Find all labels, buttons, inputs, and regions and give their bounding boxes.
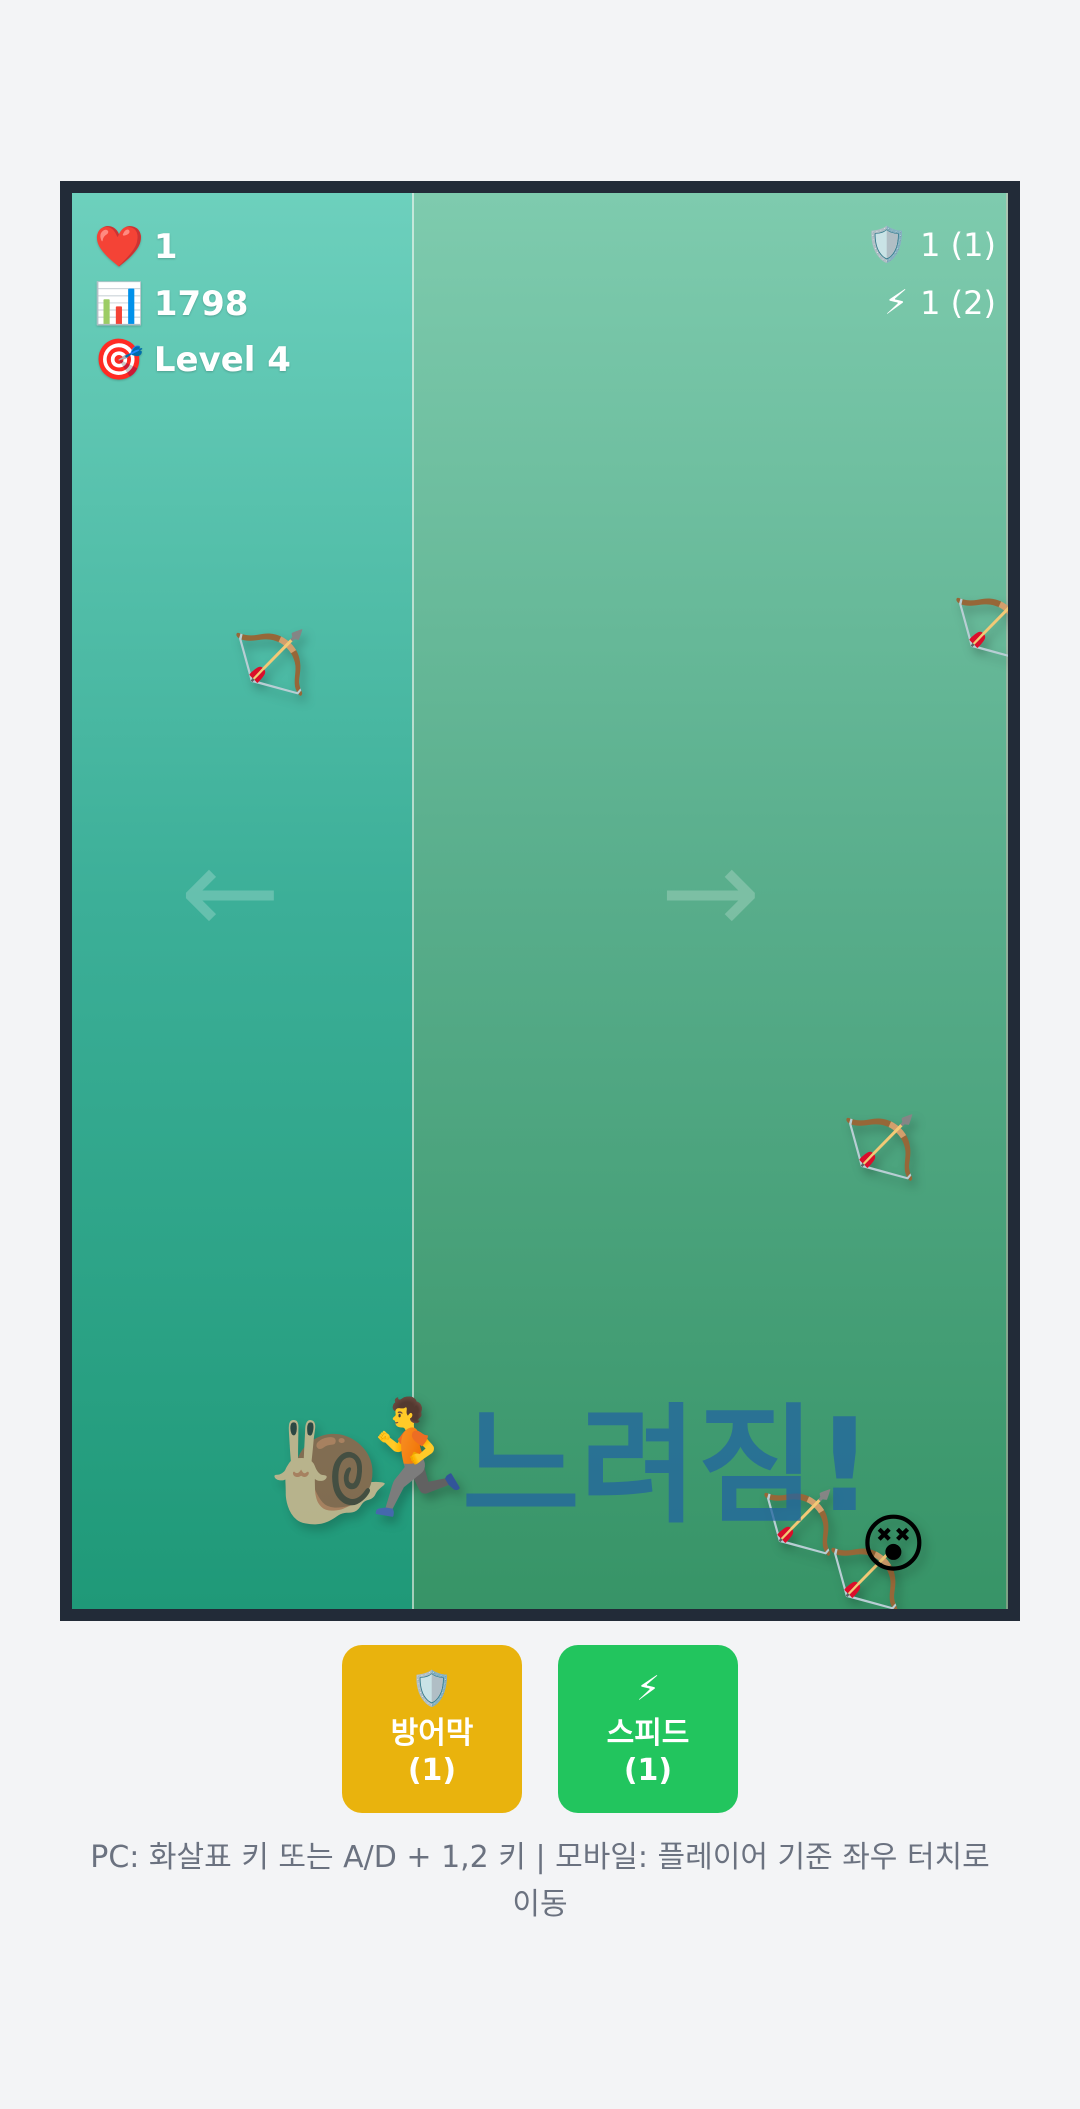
speed-status: ⚡ 1 (2) bbox=[884, 283, 996, 323]
board-edge bbox=[1006, 193, 1008, 1609]
shield-status-value: 1 (1) bbox=[920, 226, 996, 264]
bow-and-arrow-icon: 🏹 bbox=[952, 593, 1020, 663]
lightning-icon: ⚡ bbox=[636, 1669, 660, 1710]
shield-icon: 🛡️ bbox=[865, 225, 909, 265]
shield-status: 🛡️ 1 (1) bbox=[866, 225, 996, 265]
lives-display: ❤️ 1 bbox=[94, 223, 177, 270]
bow-and-arrow-icon: 🏹 bbox=[232, 628, 307, 698]
heart-icon: ❤️ bbox=[94, 224, 144, 270]
level-display: 🎯 Level 4 bbox=[94, 336, 291, 383]
speed-button[interactable]: ⚡ 스피드 (1) bbox=[558, 1645, 738, 1813]
shield-button-label: 방어막 bbox=[390, 1715, 474, 1751]
level-value: Level 4 bbox=[153, 339, 291, 380]
left-arrow-hint: ← bbox=[180, 823, 281, 962]
shield-button[interactable]: 🛡️ 방어막 (1) bbox=[342, 1645, 522, 1813]
running-person-icon: 🏃 bbox=[342, 1394, 482, 1524]
score-display: 📊 1798 bbox=[94, 280, 248, 327]
speed-button-label: 스피드 bbox=[606, 1715, 690, 1751]
bow-and-arrow-icon: 🏹 bbox=[842, 1113, 917, 1183]
shield-button-count: (1) bbox=[407, 1753, 457, 1789]
speed-button-count: (1) bbox=[623, 1753, 673, 1789]
shield-icon: 🛡️ bbox=[410, 1669, 454, 1710]
game-board[interactable]: ❤️ 1 📊 1798 🎯 Level 4 🛡️ 1 (1) ⚡ 1 (2) ←… bbox=[60, 181, 1020, 1621]
lightning-icon: ⚡ bbox=[884, 283, 909, 323]
slowed-status-text: 느려짐! bbox=[462, 1392, 874, 1541]
bar-chart-icon: 📊 bbox=[94, 281, 144, 327]
right-arrow-hint: → bbox=[660, 823, 761, 962]
speed-status-value: 1 (2) bbox=[920, 284, 996, 322]
target-icon: 🎯 bbox=[94, 337, 144, 383]
score-value: 1798 bbox=[153, 283, 249, 324]
lives-value: 1 bbox=[153, 226, 178, 267]
controls-hint: PC: 화살표 키 또는 A/D + 1,2 키 | 모바일: 플레이어 기준 … bbox=[90, 1840, 990, 1922]
